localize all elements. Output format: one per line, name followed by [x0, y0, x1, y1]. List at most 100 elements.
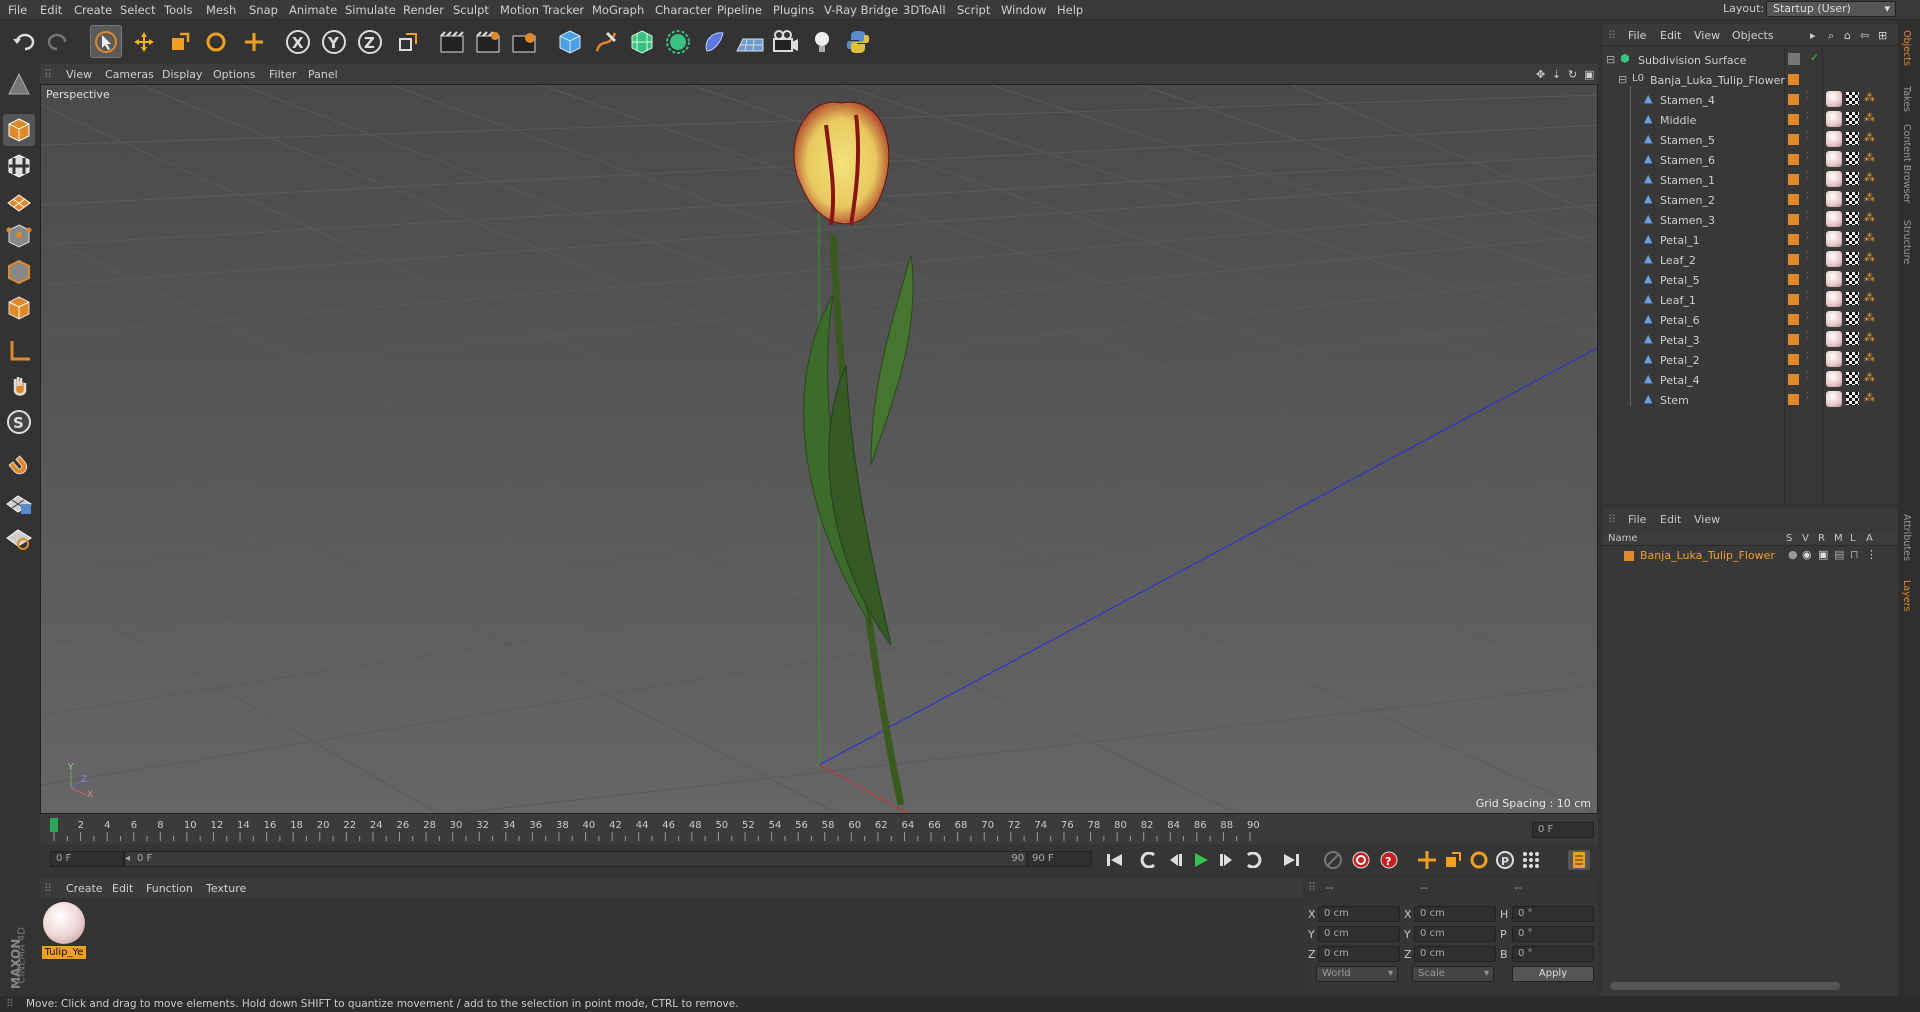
phong-tag-icon[interactable]: ⁂	[1864, 151, 1875, 164]
render-picture-viewer-icon[interactable]	[472, 25, 504, 58]
cloner-icon[interactable]	[662, 25, 694, 58]
3d-viewport[interactable]: Y X Z Perspective Grid Spacing : 10 cm	[40, 84, 1598, 814]
object-menu-objects[interactable]: Objects	[1732, 29, 1774, 42]
play-icon[interactable]	[1190, 850, 1212, 870]
snap-s-icon[interactable]: S	[3, 406, 35, 438]
move-icon[interactable]	[128, 25, 160, 58]
layer-color-swatch[interactable]	[1788, 334, 1799, 345]
phong-tag-icon[interactable]: ⁂	[1864, 91, 1875, 104]
manager-icon[interactable]: ▤	[1834, 548, 1844, 561]
visibility-dots-icon[interactable]: ⁚	[1806, 371, 1809, 380]
layer-color-swatch[interactable]	[1788, 234, 1799, 245]
size-z-field[interactable]: 0 cm	[1414, 946, 1496, 962]
undo-icon[interactable]	[8, 25, 40, 58]
visibility-dots-icon[interactable]: ⁚	[1806, 91, 1809, 100]
viewport-menu-view[interactable]: View	[66, 68, 92, 81]
model-mode-icon[interactable]	[3, 68, 35, 100]
menu-plugins[interactable]: Plugins	[773, 3, 814, 17]
layer-color-swatch[interactable]	[1788, 194, 1799, 205]
back-icon[interactable]: ⇦	[1860, 29, 1869, 42]
phong-tag-icon[interactable]: ⁂	[1864, 251, 1875, 264]
uvw-tag-icon[interactable]	[1846, 292, 1859, 305]
uvw-tag-icon[interactable]	[1846, 232, 1859, 245]
object-row-subdivision-surface[interactable]: ⊟ ⬢ Subdivision Surface ✓	[1602, 50, 1898, 70]
uvw-tag-icon[interactable]	[1846, 152, 1859, 165]
subdivision-icon[interactable]	[626, 25, 658, 58]
object-row[interactable]: ▲ Leaf_2 ⁚ ⁂	[1602, 246, 1898, 270]
rotation-p-field[interactable]: 0 °	[1512, 926, 1594, 942]
quantize-icon[interactable]	[3, 522, 35, 554]
redo-icon[interactable]	[42, 25, 74, 58]
material-menu-function[interactable]: Function	[146, 882, 193, 895]
render-icon[interactable]: ▣	[1818, 548, 1828, 561]
visibility-dots-icon[interactable]: ⁚	[1806, 191, 1809, 200]
object-row[interactable]: ▲ Petal_3 ⁚ ⁂	[1602, 326, 1898, 350]
solo-icon[interactable]: ●	[1788, 548, 1798, 561]
uvw-tag-icon[interactable]	[1846, 132, 1859, 145]
visibility-dots-icon[interactable]: ⁚	[1806, 291, 1809, 300]
texture-checker-icon[interactable]	[3, 150, 35, 182]
material-tag-icon[interactable]	[1826, 211, 1842, 227]
next-frame-icon[interactable]	[1216, 850, 1238, 870]
render-settings-icon[interactable]	[508, 25, 540, 58]
menu-render[interactable]: Render	[403, 3, 444, 17]
menu-motion-tracker[interactable]: Motion Tracker	[500, 3, 584, 17]
pen-spline-icon[interactable]	[590, 25, 622, 58]
key-scale-icon[interactable]	[1442, 850, 1464, 870]
layer-menu-edit[interactable]: Edit	[1660, 513, 1681, 526]
material-menu-create[interactable]: Create	[66, 882, 103, 895]
phong-tag-icon[interactable]: ⁂	[1864, 271, 1875, 284]
object-row[interactable]: ▲ Middle ⁚ ⁂	[1602, 106, 1898, 130]
scale-dropdown[interactable]: Scale ▾	[1412, 966, 1494, 982]
coordinate-system-icon[interactable]	[392, 25, 424, 58]
key-position-icon[interactable]	[1416, 850, 1438, 870]
viewport-dolly-icon[interactable]: ⇣	[1552, 68, 1561, 81]
phong-tag-icon[interactable]: ⁂	[1864, 311, 1875, 324]
material-tag-icon[interactable]	[1826, 291, 1842, 307]
texture-mode-icon[interactable]	[3, 114, 35, 146]
viewport-orbit-icon[interactable]: ↻	[1568, 68, 1577, 81]
layer-color-swatch[interactable]	[1788, 254, 1799, 265]
phong-tag-icon[interactable]: ⁂	[1864, 171, 1875, 184]
object-menu-view[interactable]: View	[1694, 29, 1720, 42]
layer-color-swatch[interactable]	[1788, 174, 1799, 185]
z-axis-icon[interactable]: Z	[354, 25, 386, 58]
viewport-pan-icon[interactable]: ✥	[1536, 68, 1545, 81]
polygons-mode-icon[interactable]	[3, 292, 35, 324]
layer-row[interactable]: Banja_Luka_Tulip_Flower ● ◉ ▣ ▤ ⊓ ⋮	[1602, 548, 1898, 564]
layer-color-swatch[interactable]	[1788, 374, 1799, 385]
layer-color-swatch[interactable]	[1788, 354, 1799, 365]
scale-icon[interactable]	[164, 25, 196, 58]
new-window-icon[interactable]: ⊞	[1878, 29, 1887, 42]
size-y-field[interactable]: 0 cm	[1414, 926, 1496, 942]
collapse-icon[interactable]: ⊟	[1606, 53, 1615, 66]
object-row[interactable]: ▲ Stamen_6 ⁚ ⁂	[1602, 146, 1898, 170]
playhead[interactable]	[50, 818, 58, 832]
menu-pipeline[interactable]: Pipeline	[717, 3, 762, 17]
layer-menu-file[interactable]: File	[1628, 513, 1646, 526]
layer-color-swatch[interactable]	[1788, 394, 1799, 405]
python-icon[interactable]	[842, 25, 874, 58]
viewport-menu-options[interactable]: Options	[213, 68, 255, 81]
go-to-end-icon[interactable]	[1280, 850, 1302, 870]
viewport-maximize-icon[interactable]: ▣	[1584, 68, 1594, 81]
menu-mograph[interactable]: MoGraph	[592, 3, 644, 17]
menu-help[interactable]: Help	[1057, 3, 1083, 17]
visibility-dots-icon[interactable]: ⁚	[1806, 311, 1809, 320]
menu-3dtoall[interactable]: 3DToAll	[903, 3, 946, 17]
material-tag-icon[interactable]	[1826, 131, 1842, 147]
object-row[interactable]: ▲ Petal_6 ⁚ ⁂	[1602, 306, 1898, 330]
object-row[interactable]: ▲ Petal_5 ⁚ ⁂	[1602, 266, 1898, 290]
uvw-tag-icon[interactable]	[1846, 252, 1859, 265]
magnet-icon[interactable]	[3, 450, 35, 482]
material-tag-icon[interactable]	[1826, 391, 1842, 407]
chevron-right-icon[interactable]: ▸	[1810, 29, 1816, 42]
menu-sculpt[interactable]: Sculpt	[453, 3, 489, 17]
uvw-tag-icon[interactable]	[1846, 112, 1859, 125]
uvw-tag-icon[interactable]	[1846, 332, 1859, 345]
object-row[interactable]: ▲ Stamen_2 ⁚ ⁂	[1602, 186, 1898, 210]
object-row[interactable]: ▲ Stamen_3 ⁚ ⁂	[1602, 206, 1898, 230]
key-point-level-icon[interactable]	[1520, 850, 1542, 870]
material-tag-icon[interactable]	[1826, 371, 1842, 387]
visibility-dots-icon[interactable]: ⁚	[1806, 331, 1809, 340]
